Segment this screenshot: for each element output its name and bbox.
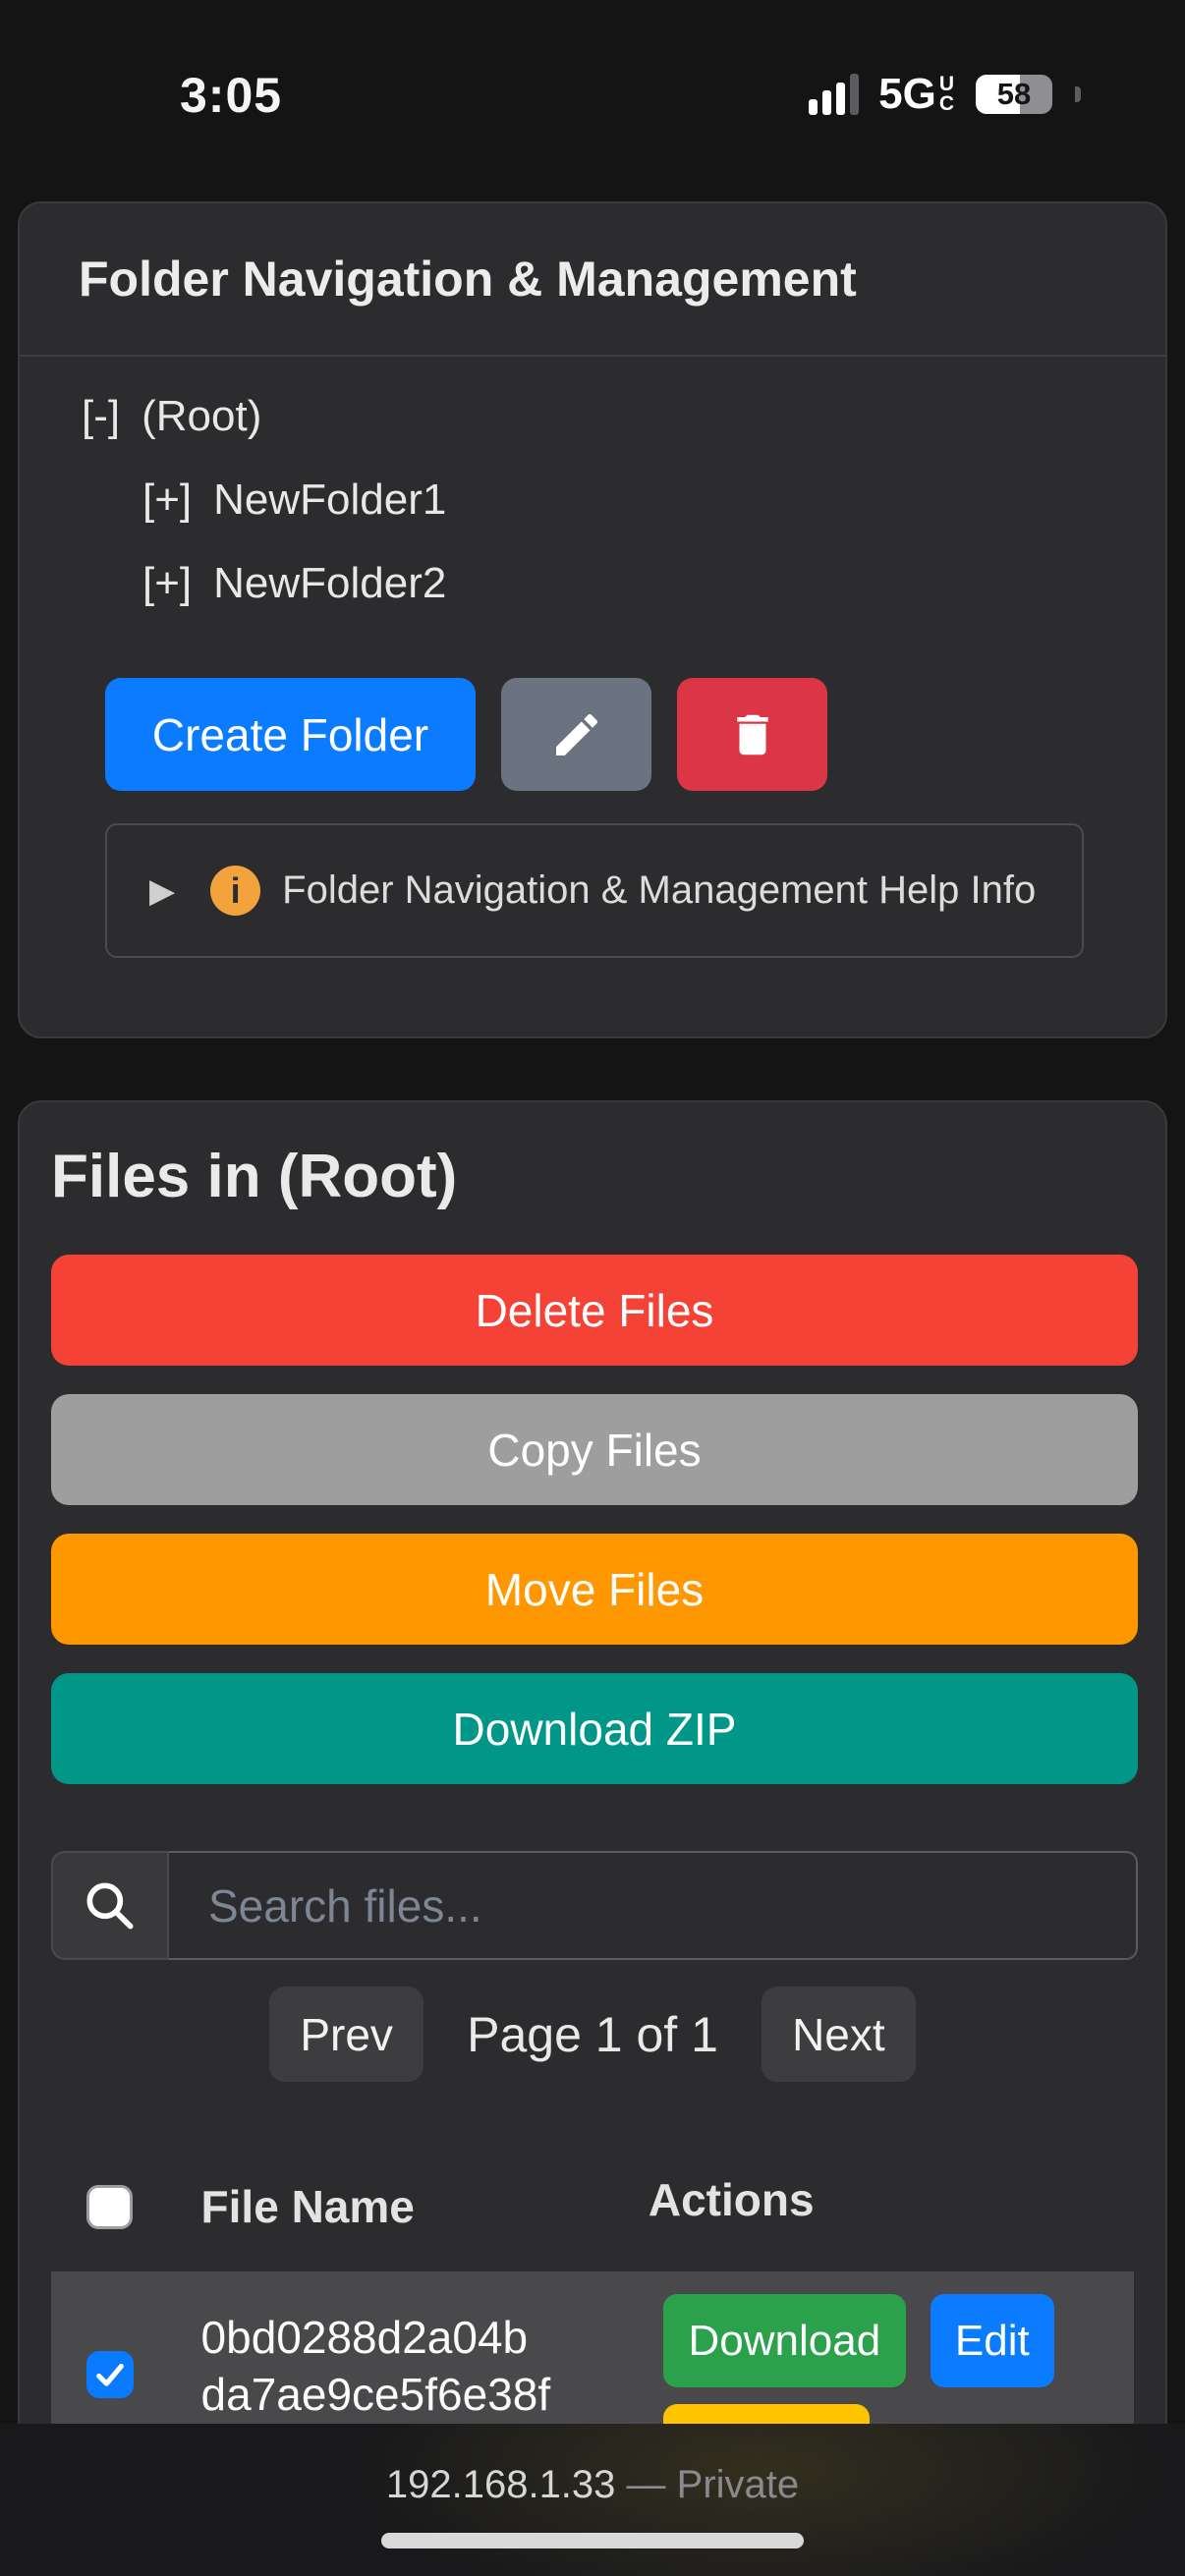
folder-tree: [-] (Root) [+] NewFolder1 [+] NewFolder2 bbox=[82, 374, 1165, 625]
tree-node-newfolder2[interactable]: [+] NewFolder2 bbox=[82, 541, 1165, 625]
download-file-button[interactable]: Download bbox=[663, 2294, 906, 2387]
url-host[interactable]: 192.168.1.33 bbox=[386, 2463, 616, 2506]
download-zip-button[interactable]: Download ZIP bbox=[51, 1673, 1138, 1784]
info-icon: i bbox=[210, 866, 260, 916]
address-bar[interactable]: 192.168.1.33 — Private bbox=[0, 2463, 1185, 2507]
expand-toggle[interactable]: [+] bbox=[142, 541, 192, 625]
folder-card-header: Folder Navigation & Management bbox=[20, 203, 1165, 357]
move-files-button[interactable]: Move Files bbox=[51, 1534, 1138, 1645]
battery-icon: 58 bbox=[976, 75, 1052, 114]
tree-node-label[interactable]: NewFolder1 bbox=[213, 458, 446, 541]
folder-navigation-card: Folder Navigation & Management [-] (Root… bbox=[18, 201, 1167, 1038]
select-all-checkbox[interactable] bbox=[86, 2185, 133, 2229]
network-sub-label: U C bbox=[939, 75, 954, 114]
page-indicator: Page 1 of 1 bbox=[467, 2006, 718, 2063]
file-name-column-header: File Name bbox=[169, 2180, 639, 2233]
trash-icon bbox=[726, 706, 779, 763]
status-bar: 3:05 5G U C 58 bbox=[0, 0, 1185, 167]
pencil-icon bbox=[549, 707, 604, 762]
cellular-signal-icon bbox=[809, 74, 859, 115]
home-indicator[interactable] bbox=[381, 2533, 804, 2548]
prev-page-button[interactable]: Prev bbox=[269, 1987, 423, 2082]
copy-files-button[interactable]: Copy Files bbox=[51, 1394, 1138, 1505]
search-icon-box bbox=[51, 1851, 169, 1960]
private-badge: — Private bbox=[615, 2463, 799, 2506]
help-disclosure[interactable]: ▶ i Folder Navigation & Management Help … bbox=[105, 823, 1084, 958]
select-all-cell bbox=[51, 2185, 169, 2229]
delete-folder-button[interactable] bbox=[677, 678, 827, 791]
tree-node-newfolder1[interactable]: [+] NewFolder1 bbox=[82, 458, 1165, 541]
files-card: Files in (Root) Delete Files Copy Files … bbox=[18, 1100, 1167, 2576]
next-page-button[interactable]: Next bbox=[762, 1987, 916, 2082]
clock: 3:05 bbox=[180, 67, 282, 124]
search-input[interactable] bbox=[169, 1851, 1138, 1960]
tree-node-label[interactable]: NewFolder2 bbox=[213, 541, 446, 625]
tree-node-root[interactable]: [-] (Root) bbox=[82, 374, 1165, 458]
delete-files-button[interactable]: Delete Files bbox=[51, 1255, 1138, 1366]
expand-toggle[interactable]: [+] bbox=[142, 458, 192, 541]
file-search bbox=[51, 1851, 1138, 1960]
edit-file-button[interactable]: Edit bbox=[931, 2294, 1054, 2387]
collapse-toggle[interactable]: [-] bbox=[82, 374, 120, 458]
rename-folder-button[interactable] bbox=[501, 678, 651, 791]
help-label[interactable]: Folder Navigation & Management Help Info bbox=[282, 868, 1036, 913]
file-table-header: File Name Actions bbox=[51, 2152, 1134, 2262]
network-type: 5G U C bbox=[878, 70, 954, 119]
pagination: Prev Page 1 of 1 Next bbox=[51, 1987, 1134, 2082]
search-icon bbox=[80, 1876, 141, 1936]
status-icons: 5G U C 58 bbox=[809, 69, 1081, 120]
battery-nub bbox=[1075, 86, 1081, 102]
actions-column-header: Actions bbox=[639, 2173, 1134, 2226]
row-checkbox[interactable] bbox=[86, 2351, 134, 2398]
safari-bottom-bar: 192.168.1.33 — Private bbox=[0, 2424, 1185, 2576]
create-folder-button[interactable]: Create Folder bbox=[105, 678, 476, 791]
folder-card-title: Folder Navigation & Management bbox=[79, 251, 857, 308]
disclosure-triangle-icon[interactable]: ▶ bbox=[149, 871, 175, 911]
files-card-title: Files in (Root) bbox=[51, 1140, 1134, 1214]
network-label: 5G bbox=[878, 70, 936, 119]
tree-node-label[interactable]: (Root) bbox=[141, 374, 261, 458]
battery-percent: 58 bbox=[976, 75, 1052, 114]
folder-buttons: Create Folder bbox=[105, 678, 1165, 791]
